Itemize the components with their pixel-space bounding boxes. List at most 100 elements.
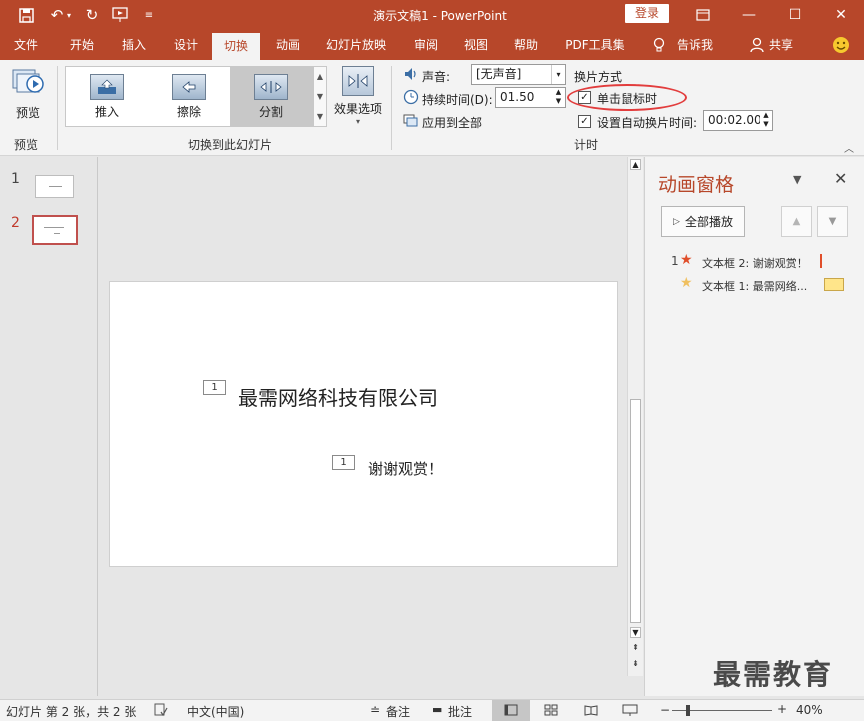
title-bar: ↶ ▾ ↻ ≡ 演示文稿1 - PowerPoint 登录 — ☐ ✕ bbox=[0, 0, 864, 30]
preview-button[interactable]: 预览 bbox=[8, 66, 48, 124]
scroll-up-icon[interactable]: ▲ bbox=[630, 159, 641, 170]
effect-options-button[interactable]: 效果选项 ▾ bbox=[332, 66, 384, 132]
gallery-item-push[interactable]: 推入 bbox=[66, 67, 148, 126]
language-status[interactable]: 中文(中国) bbox=[187, 703, 244, 720]
slideshow-view-icon[interactable] bbox=[622, 704, 638, 719]
slide-thumbnail-2[interactable] bbox=[32, 215, 78, 245]
animation-pane-title: 动画窗格 bbox=[658, 174, 735, 196]
gallery-scroll[interactable]: ▲ ▼ ▼ bbox=[313, 66, 327, 127]
gallery-up-icon[interactable]: ▲ bbox=[317, 72, 323, 81]
animation-item-label: 文本框 2: 谢谢观赏！ bbox=[702, 257, 808, 270]
gallery-item-split[interactable]: 分割 bbox=[230, 67, 312, 126]
effect-options-icon bbox=[342, 66, 374, 96]
duration-input[interactable]: 01.50 ▲ ▼ bbox=[495, 87, 566, 108]
auto-after-spinner[interactable]: ▲ ▼ bbox=[760, 111, 772, 130]
tab-slideshow[interactable]: 幻灯片放映 bbox=[320, 30, 392, 60]
next-slide-icon[interactable]: ⇟ bbox=[630, 659, 641, 668]
collapse-ribbon-icon[interactable]: ︿ bbox=[844, 140, 854, 155]
animation-order-tag[interactable]: 1 bbox=[203, 380, 226, 395]
redo-icon[interactable]: ↻ bbox=[81, 5, 103, 25]
slide-thumbnail-1[interactable] bbox=[35, 175, 74, 198]
login-button[interactable]: 登录 bbox=[625, 4, 669, 23]
slide-count-status: 幻灯片 第 2 张，共 2 张 bbox=[6, 705, 137, 719]
duration-spinner[interactable]: ▲ ▼ bbox=[552, 88, 565, 107]
animation-list-item[interactable]: ★ 文本框 1: 最需网络... bbox=[669, 275, 859, 297]
timing-group-label: 计时 bbox=[573, 138, 598, 152]
tab-insert[interactable]: 插入 bbox=[112, 30, 156, 60]
comments-button[interactable]: 批注 bbox=[448, 703, 472, 720]
ribbon-tabs: 文件 开始 插入 设计 切换 动画 幻灯片放映 审阅 视图 帮助 PDF工具集 … bbox=[0, 30, 864, 60]
animation-index: 1 bbox=[671, 254, 679, 268]
lightbulb-icon[interactable] bbox=[650, 30, 668, 60]
proofing-icon[interactable] bbox=[154, 703, 168, 720]
share-person-icon[interactable] bbox=[748, 30, 766, 60]
advance-slide-heading: 换片方式 bbox=[574, 70, 623, 84]
gallery-more-icon[interactable]: ▼ bbox=[317, 112, 323, 121]
slide-canvas[interactable]: 1 最需网络科技有限公司 1 谢谢观赏！ bbox=[109, 281, 618, 567]
chevron-down-icon[interactable]: ▾ bbox=[551, 65, 565, 84]
save-icon[interactable] bbox=[15, 5, 37, 25]
move-down-button[interactable]: ▼ bbox=[817, 206, 848, 237]
slide-thumbnail-pane: 1 2 bbox=[0, 157, 98, 696]
sound-select[interactable]: [无声音] ▾ bbox=[471, 64, 566, 85]
scroll-down-icon[interactable]: ▼ bbox=[630, 627, 641, 638]
zoom-level[interactable]: 40% bbox=[796, 703, 823, 717]
comments-icon[interactable]: ▬ bbox=[432, 703, 442, 716]
gallery-down-icon[interactable]: ▼ bbox=[317, 92, 323, 101]
apply-all-button[interactable]: 应用到全部 bbox=[422, 114, 482, 131]
gallery-item-label: 擦除 bbox=[176, 105, 201, 119]
tab-pdf-tools[interactable]: PDF工具集 bbox=[560, 30, 630, 60]
zoom-slider-thumb[interactable] bbox=[686, 705, 690, 716]
highlight-ellipse bbox=[567, 84, 687, 111]
play-all-button[interactable]: ▷ 全部播放 bbox=[661, 206, 745, 237]
customize-toolbar-icon[interactable]: ≡ bbox=[138, 5, 160, 25]
slideshow-from-start-icon[interactable] bbox=[110, 5, 132, 25]
sound-label: 声音: bbox=[422, 70, 451, 84]
share-button[interactable]: 共享 bbox=[766, 30, 796, 60]
close-pane-icon[interactable]: ✕ bbox=[834, 169, 847, 188]
tab-file[interactable]: 文件 bbox=[4, 30, 48, 60]
thumbnail-text-line bbox=[54, 233, 60, 234]
animation-item-label: 文本框 1: 最需网络... bbox=[702, 280, 808, 293]
thumbnail-number: 2 bbox=[11, 215, 20, 231]
animation-list-item[interactable]: 1 ★ 文本框 2: 谢谢观赏！ bbox=[669, 252, 859, 274]
scroll-thumb[interactable] bbox=[630, 399, 641, 623]
close-icon[interactable]: ✕ bbox=[818, 0, 864, 30]
auto-after-checkbox[interactable]: ✓ bbox=[578, 115, 591, 128]
auto-after-input[interactable]: 00:02.00 ▲ ▼ bbox=[703, 110, 773, 131]
tab-transitions[interactable]: 切换 bbox=[212, 33, 260, 60]
pane-options-icon[interactable]: ▼ bbox=[793, 173, 801, 186]
slide-subtitle-text[interactable]: 谢谢观赏！ bbox=[368, 458, 443, 479]
animation-order-tag[interactable]: 1 bbox=[332, 455, 355, 470]
clock-icon bbox=[403, 89, 421, 107]
tab-help[interactable]: 帮助 bbox=[504, 30, 548, 60]
ribbon: 预览 预览 推入 擦除 分割 ▲ ▼ ▼ 效果选项 ▾ 切换到此幻灯片 声音: … bbox=[0, 60, 864, 156]
undo-dropdown-icon[interactable]: ▾ bbox=[64, 5, 74, 25]
previous-slide-icon[interactable]: ⇞ bbox=[630, 643, 641, 652]
minimize-icon[interactable]: — bbox=[726, 0, 772, 30]
zoom-in-icon[interactable]: + bbox=[777, 702, 787, 716]
tell-me-search[interactable]: 告诉我 bbox=[672, 30, 718, 60]
duration-label: 持续时间(D): bbox=[422, 93, 493, 107]
notes-button[interactable]: 备注 bbox=[386, 703, 410, 720]
smiley-feedback-icon[interactable] bbox=[830, 30, 852, 60]
reading-view-icon[interactable] bbox=[584, 704, 598, 719]
tab-review[interactable]: 审阅 bbox=[404, 30, 448, 60]
tab-view[interactable]: 视图 bbox=[454, 30, 498, 60]
slide-title-text[interactable]: 最需网络科技有限公司 bbox=[238, 382, 438, 411]
vertical-scrollbar[interactable]: ▲ ▼ ⇞ ⇟ bbox=[627, 157, 643, 676]
normal-view-button[interactable] bbox=[492, 700, 530, 721]
tab-design[interactable]: 设计 bbox=[164, 30, 208, 60]
move-up-button[interactable]: ▲ bbox=[781, 206, 812, 237]
slide-sorter-icon[interactable] bbox=[544, 704, 558, 719]
maximize-icon[interactable]: ☐ bbox=[772, 0, 818, 30]
zoom-out-icon[interactable]: − bbox=[660, 703, 670, 717]
transition-gallery: 推入 擦除 分割 bbox=[65, 66, 313, 127]
notes-icon[interactable]: ≐ bbox=[370, 703, 380, 717]
tab-home[interactable]: 开始 bbox=[60, 30, 104, 60]
ribbon-display-options-icon[interactable] bbox=[680, 0, 726, 30]
gallery-item-label: 分割 bbox=[258, 105, 283, 119]
tab-animations[interactable]: 动画 bbox=[266, 30, 310, 60]
gallery-item-wipe[interactable]: 擦除 bbox=[148, 67, 230, 126]
play-all-label: 全部播放 bbox=[684, 215, 733, 229]
